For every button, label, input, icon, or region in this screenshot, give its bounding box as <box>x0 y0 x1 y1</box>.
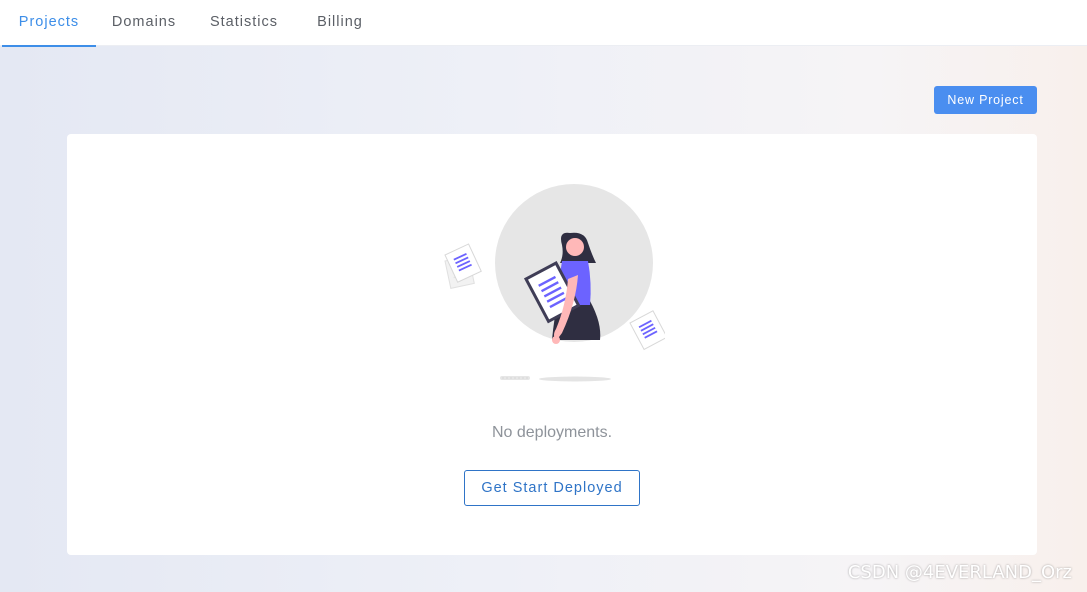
watermark-text: CSDN @4EVERLAND_Orz <box>847 562 1072 583</box>
get-start-deployed-button[interactable]: Get Start Deployed <box>464 470 640 506</box>
empty-state-message: No deployments. <box>491 424 613 441</box>
tab-statistics[interactable]: Statistics <box>198 0 290 46</box>
tab-domains[interactable]: Domains <box>101 0 187 46</box>
new-project-button[interactable]: New Project <box>934 86 1037 114</box>
tab-projects[interactable]: Projects <box>2 0 96 47</box>
tab-billing[interactable]: Billing <box>306 0 374 46</box>
top-nav: Projects Domains Statistics Billing <box>0 0 1087 47</box>
woman-holding-document-illustration <box>444 184 665 382</box>
